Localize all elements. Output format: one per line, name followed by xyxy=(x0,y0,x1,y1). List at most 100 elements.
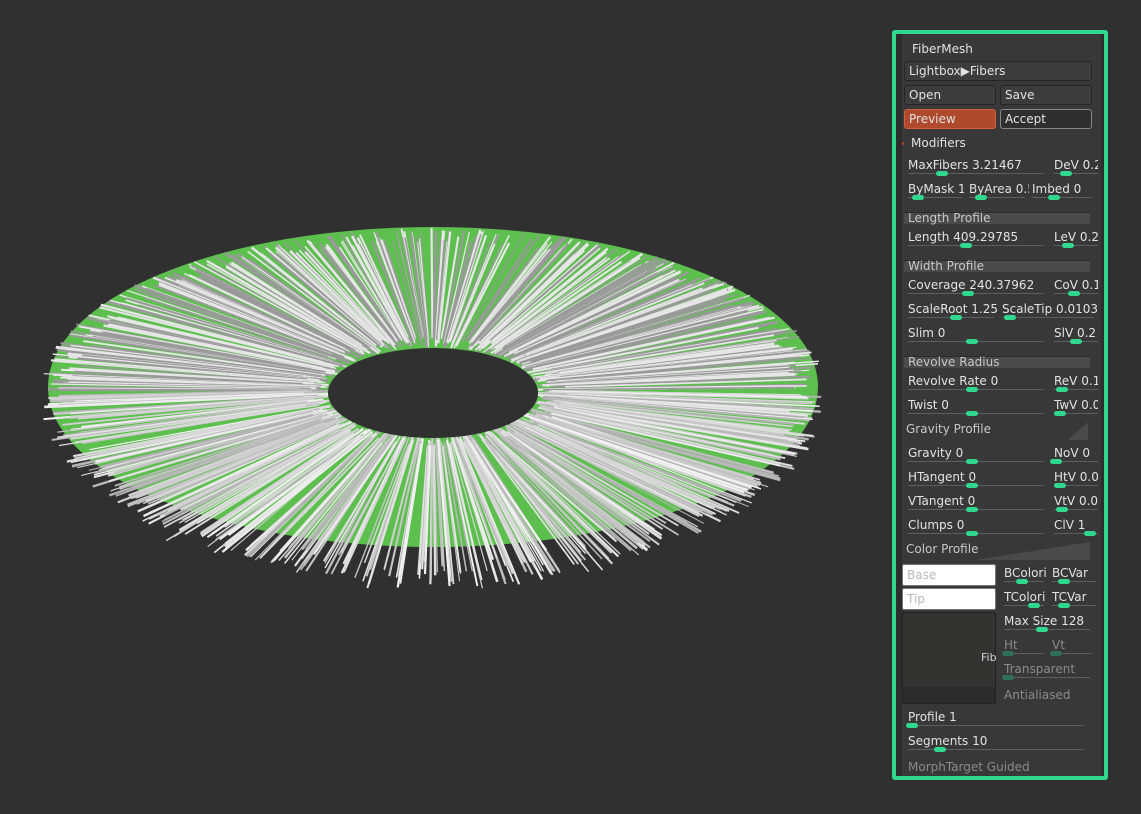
vtangent-label: VTangent 0 xyxy=(908,494,976,508)
htangent-slider[interactable]: HTangent 0 xyxy=(904,468,1048,490)
bcolori-label: BColori xyxy=(1004,566,1047,580)
fiber-preview-thumbnail[interactable]: Fib xyxy=(902,612,997,704)
twist-label: Twist 0 xyxy=(908,398,949,412)
tip-color-swatch[interactable]: Tip xyxy=(902,588,996,610)
length-profile-curve[interactable]: Length Profile xyxy=(904,211,1090,225)
vt-slider[interactable]: Vt xyxy=(1048,636,1094,658)
accept-button[interactable]: Accept xyxy=(1000,109,1092,129)
scaleroot-slider[interactable]: ScaleRoot 1.25 xyxy=(904,300,998,322)
segments-label: Segments 10 xyxy=(908,734,988,748)
transparent-label: Transparent xyxy=(1004,662,1076,676)
max-size-label: Max Size 128 xyxy=(1004,614,1084,628)
dev-slider[interactable]: DeV 0.2 xyxy=(1050,156,1098,178)
length-label: Length 409.29785 xyxy=(908,230,1019,244)
rev-slider[interactable]: ReV 0.1 xyxy=(1050,372,1098,394)
lev-slider[interactable]: LeV 0.2 xyxy=(1050,228,1098,250)
color-profile-label: Color Profile xyxy=(906,542,979,556)
bcolori-slider[interactable]: BColori xyxy=(1000,564,1048,586)
vtangent-slider[interactable]: VTangent 0 xyxy=(904,492,1048,514)
clumps-label: Clumps 0 xyxy=(908,518,965,532)
fiber-strands xyxy=(43,227,822,589)
tcvar-slider[interactable]: TCVar xyxy=(1048,588,1098,610)
dev-label: DeV 0.2 xyxy=(1054,158,1098,172)
fibermesh-panel: FiberMesh Lightbox▶Fibers Open Save Prev… xyxy=(892,30,1108,780)
cov-slider[interactable]: CoV 0.1 xyxy=(1050,276,1098,298)
morphtarget-guided-toggle[interactable]: MorphTarget Guided xyxy=(904,758,1090,776)
revolve-rate-slider[interactable]: Revolve Rate 0 xyxy=(904,372,1048,394)
bymask-slider[interactable]: ByMask 1 xyxy=(904,180,964,202)
panel-title-label: FiberMesh xyxy=(912,42,973,56)
clv-slider[interactable]: ClV 1 xyxy=(1050,516,1098,538)
scaleroot-label: ScaleRoot 1.25 xyxy=(908,302,998,316)
byarea-label: ByArea 0.5 xyxy=(969,182,1029,196)
save-button[interactable]: Save xyxy=(1000,85,1092,105)
lev-label: LeV 0.2 xyxy=(1054,230,1098,244)
modifiers-header[interactable]: Modifiers xyxy=(902,134,1098,156)
gravity-label: Gravity 0 xyxy=(908,446,964,460)
vt-label: Vt xyxy=(1052,638,1065,652)
imbed-slider[interactable]: Imbed 0 xyxy=(1028,180,1098,202)
antialiased-label: Antialiased xyxy=(1004,688,1071,702)
twv-label: TwV 0.0 xyxy=(1054,398,1098,412)
fibermesh-render xyxy=(43,227,822,589)
collapse-dot-icon xyxy=(902,142,904,145)
htv-label: HtV 0.0 xyxy=(1054,470,1098,484)
gravity-profile-curve[interactable]: Gravity Profile xyxy=(904,420,1090,442)
byarea-slider[interactable]: ByArea 0.5 xyxy=(965,180,1029,202)
color-profile-curve[interactable]: Color Profile xyxy=(904,540,1090,562)
revolve-rate-label: Revolve Rate 0 xyxy=(908,374,999,388)
vtv-label: VtV 0.05 xyxy=(1054,494,1098,508)
slim-slider[interactable]: Slim 0 xyxy=(904,324,1048,346)
length-slider[interactable]: Length 409.29785 xyxy=(904,228,1048,250)
gravity-curve-icon xyxy=(1068,422,1088,440)
nov-slider[interactable]: NoV 0 xyxy=(1050,444,1098,466)
scaletip-slider[interactable]: ScaleTip 0.0103 xyxy=(998,300,1098,322)
coverage-slider[interactable]: Coverage 240.37962 xyxy=(904,276,1048,298)
profile-label: Profile 1 xyxy=(908,710,957,724)
open-button[interactable]: Open xyxy=(904,85,996,105)
base-color-swatch[interactable]: Base xyxy=(902,564,996,586)
profile-slider[interactable]: Profile 1 xyxy=(904,708,1090,730)
preview-button[interactable]: Preview xyxy=(904,109,996,129)
revolve-radius-label: Revolve Radius xyxy=(908,355,1000,369)
rev-label: ReV 0.1 xyxy=(1054,374,1098,388)
max-size-slider[interactable]: Max Size 128 xyxy=(1000,612,1094,634)
cov-label: CoV 0.1 xyxy=(1054,278,1098,292)
tcolori-slider[interactable]: TColori xyxy=(1000,588,1048,610)
width-profile-curve[interactable]: Width Profile xyxy=(904,259,1090,273)
scaletip-label: ScaleTip 0.0103 xyxy=(1002,302,1098,316)
width-profile-label: Width Profile xyxy=(908,259,984,273)
antialiased-toggle[interactable]: Antialiased xyxy=(1000,686,1094,708)
coverage-label: Coverage 240.37962 xyxy=(908,278,1035,292)
htv-slider[interactable]: HtV 0.0 xyxy=(1050,468,1098,490)
bcvar-slider[interactable]: BCVar xyxy=(1048,564,1098,586)
maxfibers-slider[interactable]: MaxFibers 3.21467 xyxy=(904,156,1048,178)
panel-title[interactable]: FiberMesh xyxy=(908,40,1098,62)
3d-viewport[interactable] xyxy=(0,0,880,814)
bcvar-label: BCVar xyxy=(1052,566,1088,580)
revolve-radius-curve[interactable]: Revolve Radius xyxy=(904,355,1090,369)
morphtarget-guided-label: MorphTarget Guided xyxy=(908,760,1030,774)
htangent-label: HTangent 0 xyxy=(908,470,977,484)
twv-slider[interactable]: TwV 0.0 xyxy=(1050,396,1098,418)
transparent-toggle[interactable]: Transparent xyxy=(1000,660,1094,682)
gravity-slider[interactable]: Gravity 0 xyxy=(904,444,1048,466)
bymask-label: ByMask 1 xyxy=(908,182,964,196)
length-profile-label: Length Profile xyxy=(908,211,991,225)
ht-slider[interactable]: Ht xyxy=(1000,636,1046,658)
gravity-profile-label: Gravity Profile xyxy=(906,422,991,436)
slv-label: SlV 0.2 xyxy=(1054,326,1097,340)
color-curve-icon xyxy=(976,542,1090,560)
imbed-label: Imbed 0 xyxy=(1032,182,1082,196)
slim-label: Slim 0 xyxy=(908,326,946,340)
twist-slider[interactable]: Twist 0 xyxy=(904,396,1048,418)
maxfibers-label: MaxFibers 3.21467 xyxy=(908,158,1022,172)
lightbox-fibers-button[interactable]: Lightbox▶Fibers xyxy=(904,61,1092,81)
nov-label: NoV 0 xyxy=(1054,446,1090,460)
tcolori-label: TColori xyxy=(1004,590,1046,604)
ht-label: Ht xyxy=(1004,638,1018,652)
segments-slider[interactable]: Segments 10 xyxy=(904,732,1090,754)
slv-slider[interactable]: SlV 0.2 xyxy=(1050,324,1098,346)
vtv-slider[interactable]: VtV 0.05 xyxy=(1050,492,1098,514)
clumps-slider[interactable]: Clumps 0 xyxy=(904,516,1048,538)
